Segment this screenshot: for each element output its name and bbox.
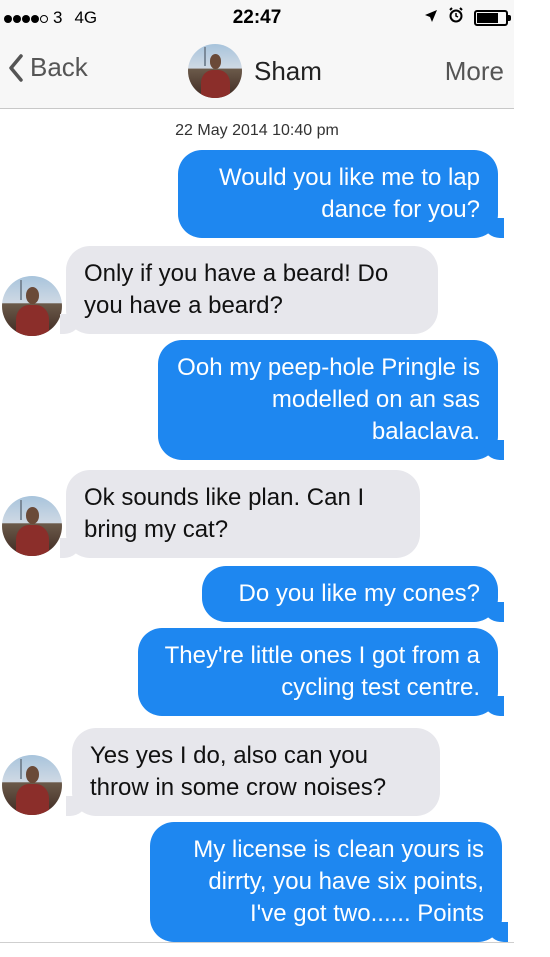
contact-header[interactable]: Sham	[188, 44, 322, 98]
status-icons	[424, 7, 511, 28]
alarm-clock-icon	[448, 7, 464, 28]
outgoing-message[interactable]: They're little ones I got from a cycling…	[138, 628, 504, 716]
location-arrow-icon	[424, 8, 438, 28]
back-button[interactable]: Back	[8, 52, 88, 83]
avatar	[2, 496, 62, 556]
outgoing-message[interactable]: Ooh my peep-hole Pringle is modelled on …	[158, 340, 504, 460]
chevron-left-icon	[9, 53, 23, 82]
incoming-message[interactable]: Yes yes I do, also can you throw in some…	[66, 728, 440, 816]
outgoing-message[interactable]: My license is clean yours is dirrty, you…	[150, 822, 508, 942]
outgoing-message[interactable]: Do you like my cones?	[202, 566, 504, 622]
status-bar: 3 4G 22:47	[0, 0, 514, 34]
divider	[0, 942, 514, 943]
screen-edge	[514, 0, 550, 957]
contact-name: Sham	[254, 55, 322, 86]
incoming-message[interactable]: Only if you have a beard! Do you have a …	[60, 246, 438, 334]
battery-icon	[474, 9, 511, 26]
conversation-timestamp: 22 May 2014 10:40 pm	[175, 122, 339, 139]
nav-bar: Back Sham More	[0, 34, 514, 109]
back-button-label: Back	[30, 52, 88, 82]
more-button[interactable]: More	[445, 56, 504, 87]
incoming-message[interactable]: Ok sounds like plan. Can I bring my cat?	[60, 470, 420, 558]
avatar	[2, 276, 62, 336]
outgoing-message[interactable]: Would you like me to lap dance for you?	[178, 150, 504, 238]
avatar	[188, 44, 242, 98]
avatar	[2, 755, 62, 815]
